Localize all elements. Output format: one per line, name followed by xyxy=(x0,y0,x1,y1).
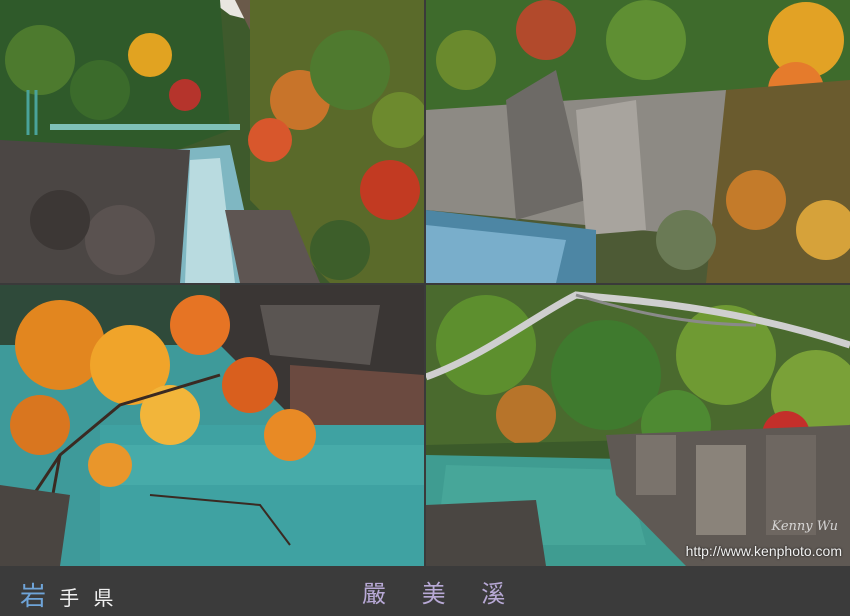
photo-birch-pool: Kenny Wu http://www.kenphoto.com xyxy=(426,285,850,566)
prefecture-first-char: 岩 xyxy=(20,582,51,612)
prefecture-rest: 手 県 xyxy=(59,586,118,610)
prefecture-label: 岩 手 県 xyxy=(20,576,117,613)
photo-collage: Kenny Wu http://www.kenphoto.com xyxy=(0,0,850,566)
website-watermark: http://www.kenphoto.com xyxy=(685,543,842,559)
photo-gorge-bridge xyxy=(0,0,424,283)
place-name: 嚴 美 溪 xyxy=(362,580,520,608)
photographer-signature: Kenny Wu xyxy=(771,519,839,534)
photo-cliff-rapids xyxy=(426,0,850,283)
photo-maple-river xyxy=(0,285,424,566)
